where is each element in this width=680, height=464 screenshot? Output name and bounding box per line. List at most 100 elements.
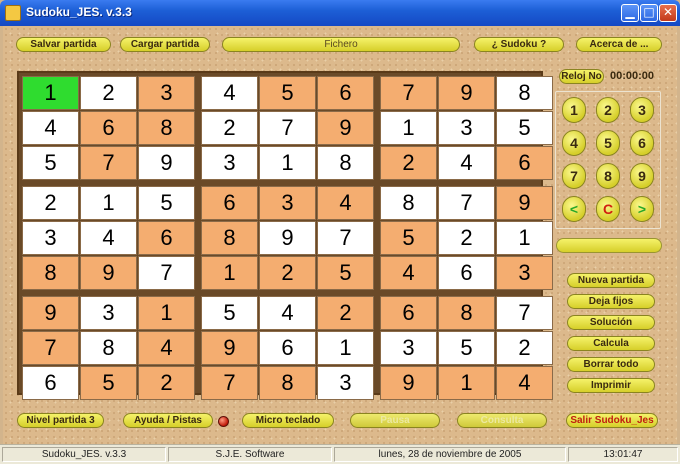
sudoku-cell-r1-c5[interactable]: 5 bbox=[259, 76, 316, 110]
sudoku-cell-r6-c4[interactable]: 1 bbox=[201, 256, 258, 290]
sudoku-cell-r3-c7[interactable]: 2 bbox=[380, 146, 437, 180]
sudoku-cell-r9-c1[interactable]: 6 bbox=[22, 366, 79, 400]
what-is-sudoku-button[interactable]: ¿ Sudoku ? bbox=[474, 37, 564, 52]
close-button[interactable]: ✕ bbox=[659, 4, 677, 22]
sudoku-cell-r2-c4[interactable]: 2 bbox=[201, 111, 258, 145]
sudoku-cell-r4-c9[interactable]: 9 bbox=[496, 186, 553, 220]
sudoku-cell-r8-c5[interactable]: 6 bbox=[259, 331, 316, 365]
numpad-key-7[interactable]: 7 bbox=[562, 163, 586, 189]
clear-cell-button[interactable]: C bbox=[596, 196, 620, 222]
sudoku-cell-r4-c4[interactable]: 6 bbox=[201, 186, 258, 220]
sudoku-cell-r7-c8[interactable]: 8 bbox=[438, 296, 495, 330]
sudoku-cell-r8-c9[interactable]: 2 bbox=[496, 331, 553, 365]
sudoku-cell-r5-c2[interactable]: 4 bbox=[80, 221, 137, 255]
sudoku-cell-r7-c4[interactable]: 5 bbox=[201, 296, 258, 330]
sudoku-cell-r3-c6[interactable]: 8 bbox=[317, 146, 374, 180]
micro-keyboard-button[interactable]: Micro teclado bbox=[242, 413, 334, 428]
sudoku-cell-r6-c3[interactable]: 7 bbox=[138, 256, 195, 290]
sudoku-cell-r2-c6[interactable]: 9 bbox=[317, 111, 374, 145]
sudoku-cell-r7-c7[interactable]: 6 bbox=[380, 296, 437, 330]
sudoku-cell-r8-c1[interactable]: 7 bbox=[22, 331, 79, 365]
numpad-key-2[interactable]: 2 bbox=[596, 97, 620, 123]
sudoku-cell-r8-c7[interactable]: 3 bbox=[380, 331, 437, 365]
sudoku-cell-r2-c8[interactable]: 3 bbox=[438, 111, 495, 145]
sudoku-cell-r2-c5[interactable]: 7 bbox=[259, 111, 316, 145]
save-game-button[interactable]: Salvar partida bbox=[16, 37, 111, 52]
sudoku-cell-r3-c8[interactable]: 4 bbox=[438, 146, 495, 180]
about-button[interactable]: Acerca de ... bbox=[576, 37, 662, 52]
print-button[interactable]: Imprimir bbox=[567, 378, 655, 393]
sudoku-cell-r9-c2[interactable]: 5 bbox=[80, 366, 137, 400]
sudoku-cell-r3-c9[interactable]: 6 bbox=[496, 146, 553, 180]
consult-button[interactable]: Consulta bbox=[457, 413, 547, 428]
sudoku-cell-r5-c6[interactable]: 7 bbox=[317, 221, 374, 255]
sudoku-cell-r4-c3[interactable]: 5 bbox=[138, 186, 195, 220]
help-hints-button[interactable]: Ayuda / Pistas bbox=[123, 413, 213, 428]
sudoku-cell-r7-c2[interactable]: 3 bbox=[80, 296, 137, 330]
sudoku-cell-r7-c9[interactable]: 7 bbox=[496, 296, 553, 330]
sudoku-cell-r3-c5[interactable]: 1 bbox=[259, 146, 316, 180]
sudoku-cell-r1-c6[interactable]: 6 bbox=[317, 76, 374, 110]
numpad-key-1[interactable]: 1 bbox=[562, 97, 586, 123]
numpad-key-9[interactable]: 9 bbox=[630, 163, 654, 189]
sudoku-cell-r4-c6[interactable]: 4 bbox=[317, 186, 374, 220]
load-game-button[interactable]: Cargar partida bbox=[120, 37, 210, 52]
pause-button[interactable]: Pausa bbox=[350, 413, 440, 428]
sudoku-cell-r2-c3[interactable]: 8 bbox=[138, 111, 195, 145]
sudoku-cell-r6-c5[interactable]: 2 bbox=[259, 256, 316, 290]
sudoku-cell-r8-c4[interactable]: 9 bbox=[201, 331, 258, 365]
sudoku-cell-r4-c2[interactable]: 1 bbox=[80, 186, 137, 220]
sudoku-cell-r5-c7[interactable]: 5 bbox=[380, 221, 437, 255]
sudoku-cell-r1-c4[interactable]: 4 bbox=[201, 76, 258, 110]
sudoku-cell-r4-c1[interactable]: 2 bbox=[22, 186, 79, 220]
numpad-key-6[interactable]: 6 bbox=[630, 130, 654, 156]
numpad-key-4[interactable]: 4 bbox=[562, 130, 586, 156]
sudoku-cell-r2-c9[interactable]: 5 bbox=[496, 111, 553, 145]
sudoku-cell-r6-c9[interactable]: 3 bbox=[496, 256, 553, 290]
sudoku-cell-r3-c1[interactable]: 5 bbox=[22, 146, 79, 180]
sudoku-cell-r6-c6[interactable]: 5 bbox=[317, 256, 374, 290]
numpad-key-5[interactable]: 5 bbox=[596, 130, 620, 156]
sudoku-cell-r5-c3[interactable]: 6 bbox=[138, 221, 195, 255]
sudoku-cell-r9-c8[interactable]: 1 bbox=[438, 366, 495, 400]
sudoku-cell-r9-c9[interactable]: 4 bbox=[496, 366, 553, 400]
sudoku-cell-r4-c5[interactable]: 3 bbox=[259, 186, 316, 220]
sudoku-cell-r9-c7[interactable]: 9 bbox=[380, 366, 437, 400]
sudoku-cell-r6-c8[interactable]: 6 bbox=[438, 256, 495, 290]
level-button[interactable]: Nivel partida 3 bbox=[17, 413, 104, 428]
sudoku-cell-r8-c3[interactable]: 4 bbox=[138, 331, 195, 365]
sudoku-cell-r1-c8[interactable]: 9 bbox=[438, 76, 495, 110]
next-button[interactable]: > bbox=[630, 196, 654, 222]
numpad-key-3[interactable]: 3 bbox=[630, 97, 654, 123]
prev-button[interactable]: < bbox=[562, 196, 586, 222]
sudoku-cell-r1-c3[interactable]: 3 bbox=[138, 76, 195, 110]
sudoku-cell-r7-c6[interactable]: 2 bbox=[317, 296, 374, 330]
sudoku-cell-r6-c7[interactable]: 4 bbox=[380, 256, 437, 290]
sudoku-cell-r1-c7[interactable]: 7 bbox=[380, 76, 437, 110]
sudoku-cell-r3-c4[interactable]: 3 bbox=[201, 146, 258, 180]
sudoku-cell-r8-c8[interactable]: 5 bbox=[438, 331, 495, 365]
sudoku-cell-r5-c9[interactable]: 1 bbox=[496, 221, 553, 255]
sudoku-cell-r7-c3[interactable]: 1 bbox=[138, 296, 195, 330]
sudoku-cell-r5-c5[interactable]: 9 bbox=[259, 221, 316, 255]
sudoku-cell-r4-c8[interactable]: 7 bbox=[438, 186, 495, 220]
numpad-key-8[interactable]: 8 bbox=[596, 163, 620, 189]
sudoku-cell-r2-c7[interactable]: 1 bbox=[380, 111, 437, 145]
sudoku-cell-r2-c2[interactable]: 6 bbox=[80, 111, 137, 145]
sudoku-cell-r8-c2[interactable]: 8 bbox=[80, 331, 137, 365]
minimize-button[interactable]: ▁ bbox=[621, 4, 639, 22]
sudoku-cell-r6-c2[interactable]: 9 bbox=[80, 256, 137, 290]
clock-toggle-button[interactable]: Reloj No bbox=[559, 69, 604, 84]
sudoku-cell-r8-c6[interactable]: 1 bbox=[317, 331, 374, 365]
sudoku-cell-r3-c3[interactable]: 9 bbox=[138, 146, 195, 180]
sudoku-cell-r1-c9[interactable]: 8 bbox=[496, 76, 553, 110]
sudoku-cell-r3-c2[interactable]: 7 bbox=[80, 146, 137, 180]
sudoku-cell-r9-c6[interactable]: 3 bbox=[317, 366, 374, 400]
sudoku-cell-r4-c7[interactable]: 8 bbox=[380, 186, 437, 220]
sudoku-cell-r2-c1[interactable]: 4 bbox=[22, 111, 79, 145]
sudoku-cell-r9-c5[interactable]: 8 bbox=[259, 366, 316, 400]
exit-button[interactable]: Salir Sudoku_Jes bbox=[566, 413, 658, 428]
sudoku-cell-r9-c4[interactable]: 7 bbox=[201, 366, 258, 400]
sudoku-cell-r5-c4[interactable]: 8 bbox=[201, 221, 258, 255]
new-game-button[interactable]: Nueva partida bbox=[567, 273, 655, 288]
